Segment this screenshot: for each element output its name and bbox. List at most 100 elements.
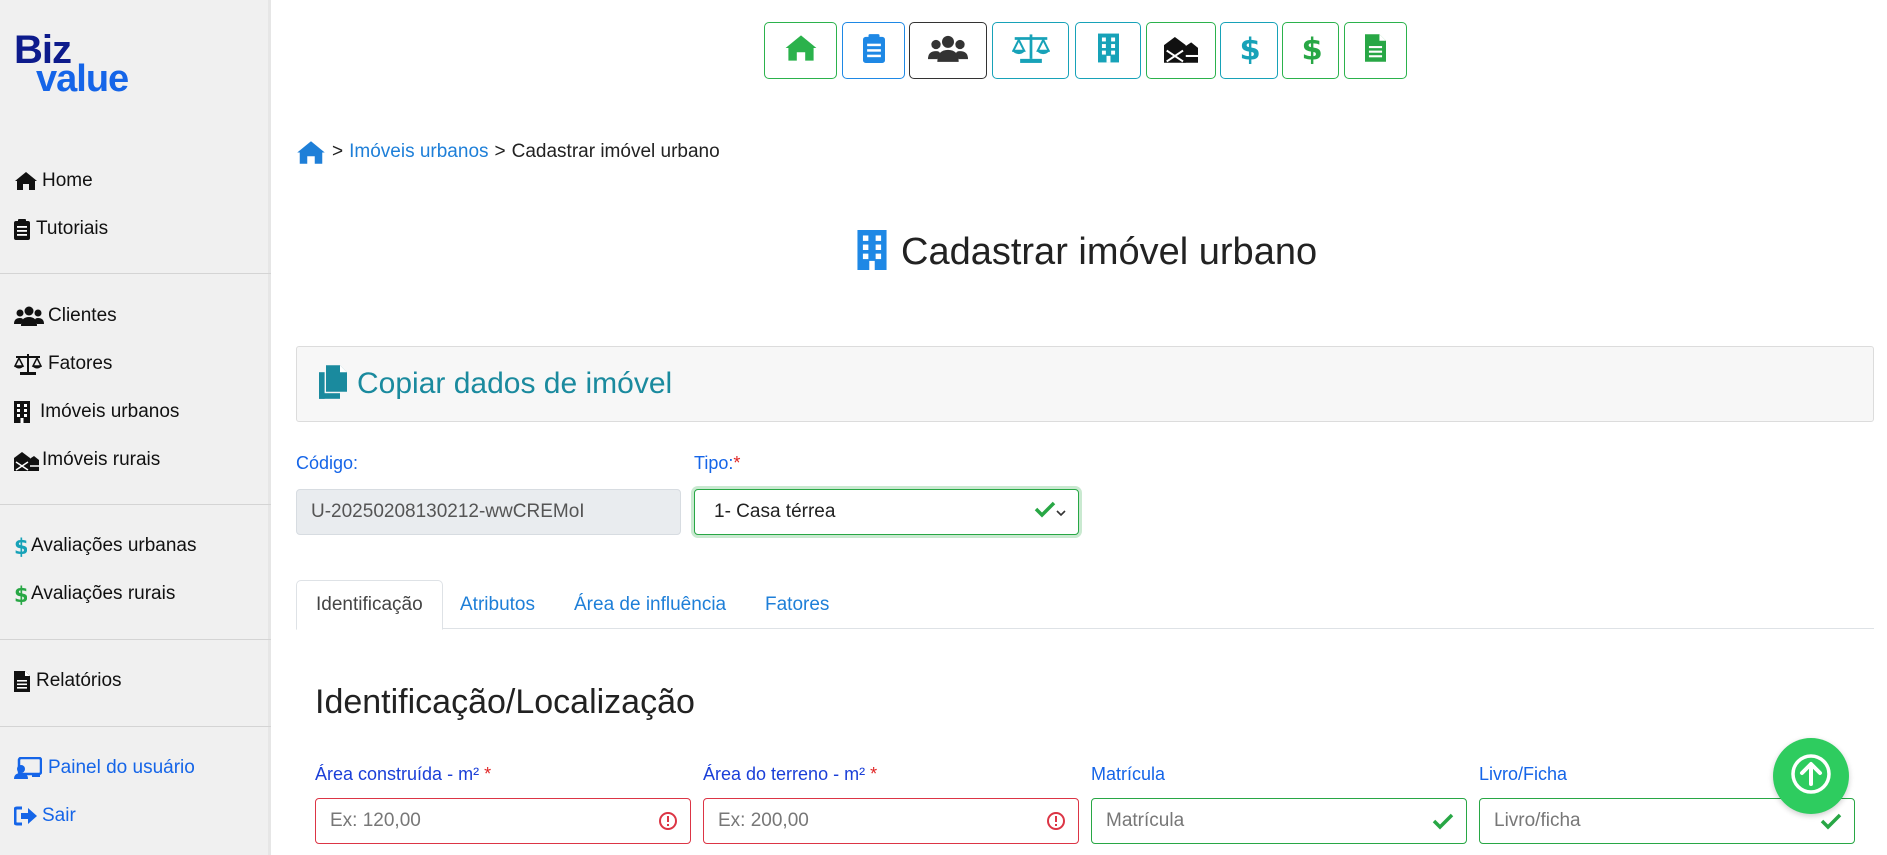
home-icon (784, 34, 818, 67)
codigo-field: U-20250208130212-wwCREMoI (296, 489, 681, 535)
toolbar-avaliacoes-rurais-button[interactable]: $ (1282, 22, 1339, 79)
sidebar-item-clientes[interactable]: Clientes (14, 301, 117, 331)
sidebar-item-avaliacoes-urbanas[interactable]: $ Avaliações urbanas (14, 531, 196, 561)
sidebar-item-label: Imóveis rurais (42, 449, 161, 470)
chevron-down-icon (1056, 501, 1066, 523)
dollar-icon: $ (1301, 32, 1322, 69)
copy-property-panel[interactable]: Copiar dados de imóvel (296, 346, 1874, 422)
balance-scale-icon (1011, 33, 1050, 68)
area-construida-placeholder: Ex: 120,00 (330, 810, 421, 831)
users-icon (928, 35, 968, 67)
area-terreno-input[interactable]: Ex: 200,00 (703, 798, 1079, 844)
farm-icon (1164, 34, 1198, 68)
tipo-label-text: Tipo: (694, 453, 734, 473)
page-title: Cadastrar imóvel urbano (901, 230, 1318, 273)
required-marker: * (870, 764, 878, 784)
toolbar-clientes-button[interactable] (909, 22, 987, 79)
sidebar-item-fatores[interactable]: Fatores (14, 349, 112, 379)
tab-area-influencia[interactable]: Área de influência (574, 580, 726, 629)
tipo-selected-value: 1- Casa térrea (714, 501, 836, 522)
sidebar-item-tutoriais[interactable]: Tutoriais (14, 214, 108, 244)
sign-out-icon (14, 805, 42, 827)
balance-scale-icon (14, 353, 48, 375)
toolbar-relatorios-button[interactable] (1344, 22, 1407, 79)
area-construida-input[interactable]: Ex: 120,00 (315, 798, 691, 844)
dollar-icon: $ (14, 535, 31, 557)
area-construida-label: Área construída - m² * (315, 764, 491, 785)
home-icon[interactable] (296, 140, 326, 165)
area-terreno-placeholder: Ex: 200,00 (718, 810, 809, 831)
check-icon (1432, 812, 1454, 830)
user-panel-icon (14, 757, 48, 779)
toolbar-imoveis-urbanos-button[interactable] (1075, 22, 1141, 79)
svg-text:$: $ (14, 535, 27, 557)
tipo-label: Tipo:* (694, 453, 740, 474)
livro-ficha-placeholder: Livro/ficha (1494, 810, 1581, 831)
divider (0, 639, 271, 640)
file-icon (14, 670, 36, 692)
breadcrumb-separator: > (494, 141, 506, 162)
sidebar-item-label: Clientes (48, 305, 117, 326)
tab-identificacao[interactable]: Identificação (296, 580, 443, 630)
area-construida-label-text: Área construída - m² (315, 764, 480, 784)
tab-atributos[interactable]: Atributos (460, 580, 535, 629)
sidebar-item-relatorios[interactable]: Relatórios (14, 666, 122, 696)
toolbar-home-button[interactable] (764, 22, 837, 79)
toolbar-fatores-button[interactable] (992, 22, 1069, 79)
sidebar-item-home[interactable]: Home (14, 166, 93, 196)
check-icon (1820, 812, 1842, 830)
toolbar-avaliacoes-urbanas-button[interactable]: $ (1220, 22, 1278, 79)
breadcrumb-current: Cadastrar imóvel urbano (511, 141, 720, 162)
sidebar-item-imoveis-rurais[interactable]: Imóveis rurais (14, 445, 160, 475)
farm-icon (14, 449, 42, 471)
matricula-input[interactable]: Matrícula (1091, 798, 1467, 844)
sidebar-item-label: Home (42, 170, 93, 191)
matricula-label: Matrícula (1091, 764, 1166, 784)
breadcrumb-separator: > (332, 141, 344, 162)
svg-text:$: $ (1301, 33, 1320, 64)
section-title: Identificação/Localização (315, 683, 695, 721)
breadcrumb: > Imóveis urbanos > Cadastrar imóvel urb… (296, 135, 720, 169)
svg-text:$: $ (14, 583, 27, 605)
area-terreno-label-text: Área do terreno - m² (703, 764, 866, 784)
dollar-icon: $ (14, 583, 31, 605)
sidebar-item-label: Sair (42, 805, 76, 826)
sidebar-item-label: Fatores (48, 353, 113, 374)
toolbar-imoveis-rurais-button[interactable] (1146, 22, 1216, 79)
required-marker: * (484, 764, 492, 784)
codigo-value: U-20250208130212-wwCREMoI (311, 501, 585, 522)
copy-panel-title: Copiar dados de imóvel (357, 367, 673, 400)
divider (0, 504, 271, 505)
sidebar-item-label: Tutoriais (36, 218, 109, 239)
toolbar-tutoriais-button[interactable] (842, 22, 905, 79)
sidebar-item-painel-usuario[interactable]: Painel do usuário (14, 753, 195, 783)
dollar-icon: $ (1239, 32, 1261, 69)
home-icon (14, 170, 42, 192)
tipo-select[interactable]: 1- Casa térrea (694, 489, 1079, 535)
file-icon (1365, 34, 1386, 67)
breadcrumb-link-imoveis-urbanos[interactable]: Imóveis urbanos (349, 141, 488, 163)
users-icon (14, 305, 48, 327)
sidebar-item-sair[interactable]: Sair (14, 801, 76, 831)
building-icon (1097, 33, 1119, 68)
codigo-label: Código: (296, 453, 359, 473)
sidebar-item-label: Imóveis urbanos (40, 401, 180, 422)
building-icon (14, 401, 40, 423)
sidebar-item-avaliacoes-rurais[interactable]: $ Avaliações rurais (14, 579, 175, 609)
divider (0, 726, 271, 727)
clipboard-icon (14, 218, 36, 240)
sidebar-item-label: Avaliações rurais (31, 583, 176, 604)
arrow-up-circle-icon (1790, 753, 1832, 800)
area-terreno-label: Área do terreno - m² * (703, 764, 877, 785)
matricula-placeholder: Matrícula (1106, 810, 1185, 831)
required-marker: * (733, 453, 741, 473)
error-icon (658, 811, 678, 831)
sidebar-item-label: Avaliações urbanas (31, 535, 197, 556)
sidebar: Biz value Home Tutoriais Clientes Fatore… (0, 0, 271, 855)
check-icon (1034, 500, 1056, 524)
building-icon (855, 229, 889, 275)
tab-fatores[interactable]: Fatores (765, 580, 829, 629)
clipboard-icon (862, 33, 885, 68)
sidebar-item-imoveis-urbanos[interactable]: Imóveis urbanos (14, 397, 179, 427)
scroll-to-top-button[interactable] (1773, 738, 1849, 814)
